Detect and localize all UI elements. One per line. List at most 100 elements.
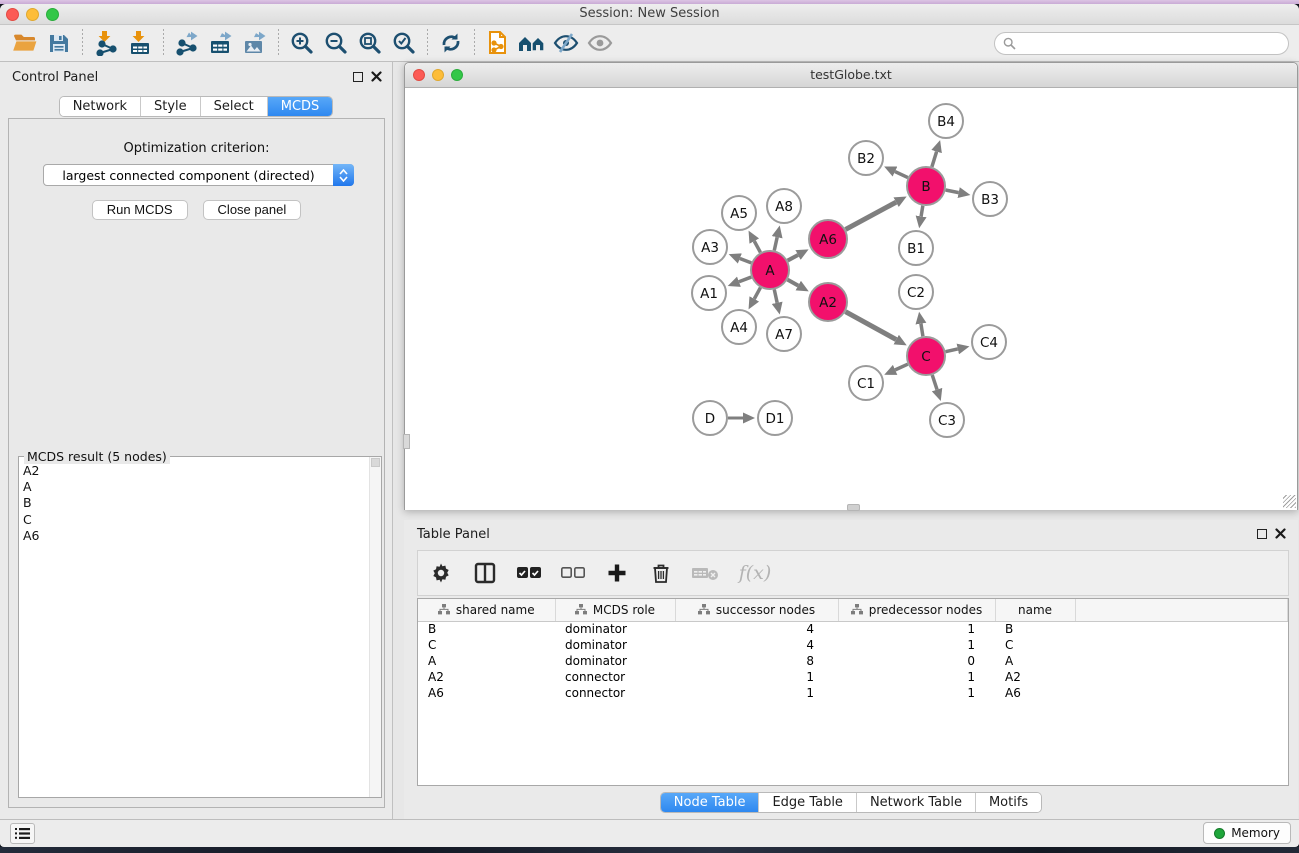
column-header-shared-name[interactable]: shared name — [418, 599, 555, 621]
table-row[interactable]: Bdominator41B — [418, 621, 1288, 637]
float-panel-icon[interactable] — [353, 72, 363, 82]
network-canvas[interactable]: B4B2BB3A8A5A6A3B1AA1C2A2A4A7C4CC1DD1C3 — [405, 89, 1297, 510]
edge-A-A8[interactable] — [774, 237, 777, 250]
table-cell[interactable]: connector — [555, 685, 675, 701]
edge-C-C3[interactable] — [932, 375, 937, 390]
edge-A-A2[interactable] — [788, 280, 799, 286]
search-input[interactable] — [1021, 37, 1280, 51]
save-session-button[interactable] — [42, 28, 76, 58]
table-cell[interactable]: 0 — [838, 653, 995, 669]
node-A2[interactable]: A2 — [809, 283, 847, 321]
column-header-predecessor-nodes[interactable]: predecessor nodes — [838, 599, 995, 621]
node-B4[interactable]: B4 — [929, 104, 963, 138]
zoom-selected-button[interactable] — [387, 28, 421, 58]
graphics-details-button[interactable] — [515, 28, 549, 58]
network-canvas-svg[interactable]: B4B2BB3A8A5A6A3B1AA1C2A2A4A7C4CC1DD1C3 — [405, 89, 1297, 510]
node-B[interactable]: B — [907, 167, 945, 205]
table-cell[interactable]: 1 — [838, 621, 995, 637]
table-tab-node-table[interactable]: Node Table — [661, 793, 760, 812]
network-close-button[interactable] — [413, 69, 425, 81]
hide-selected-button[interactable] — [549, 28, 583, 58]
export-table-button[interactable] — [204, 28, 238, 58]
table-tab-edge-table[interactable]: Edge Table — [759, 793, 856, 812]
zoom-in-button[interactable] — [285, 28, 319, 58]
mcds-result-item[interactable]: C — [23, 512, 381, 528]
refresh-button[interactable] — [434, 28, 468, 58]
edge-B-B1[interactable] — [921, 206, 923, 217]
table-tab-network-table[interactable]: Network Table — [857, 793, 976, 812]
table-cell[interactable]: dominator — [555, 621, 675, 637]
node-C4[interactable]: C4 — [972, 325, 1006, 359]
table-cell[interactable]: A2 — [995, 669, 1075, 685]
search-field[interactable] — [994, 32, 1289, 55]
mcds-result-item[interactable]: A2 — [23, 463, 381, 479]
mcds-result-item[interactable]: A — [23, 479, 381, 495]
edge-C-C1[interactable] — [895, 364, 908, 370]
table-cell[interactable]: C — [418, 637, 555, 653]
show-selected-button[interactable] — [583, 28, 617, 58]
add-column-button[interactable] — [602, 558, 632, 588]
node-B1[interactable]: B1 — [899, 231, 933, 265]
node-A4[interactable]: A4 — [722, 310, 756, 344]
zoom-window-button[interactable] — [46, 8, 59, 21]
edge-A2-C[interactable] — [846, 312, 897, 340]
tab-mcds[interactable]: MCDS — [268, 97, 333, 116]
edge-B-B4[interactable] — [932, 152, 937, 167]
mcds-result-list[interactable]: A2ABCA6 — [19, 457, 381, 797]
table-cell[interactable]: 1 — [675, 685, 838, 701]
network-minimize-button[interactable] — [432, 69, 444, 81]
edge-A-A4[interactable] — [754, 288, 760, 299]
table-cell[interactable]: B — [995, 621, 1075, 637]
table-cell[interactable]: A2 — [418, 669, 555, 685]
tab-style[interactable]: Style — [141, 97, 201, 116]
table-cell[interactable]: 1 — [838, 685, 995, 701]
close-window-button[interactable] — [6, 8, 19, 21]
import-network-button[interactable] — [89, 28, 123, 58]
run-mcds-button[interactable]: Run MCDS — [92, 200, 188, 220]
node-C1[interactable]: C1 — [849, 366, 883, 400]
task-history-button[interactable] — [10, 823, 35, 844]
tab-select[interactable]: Select — [201, 97, 268, 116]
node-B3[interactable]: B3 — [973, 182, 1007, 216]
table-cell[interactable]: 1 — [838, 669, 995, 685]
zoom-out-button[interactable] — [319, 28, 353, 58]
table-settings-button[interactable] — [426, 558, 456, 588]
node-B2[interactable]: B2 — [849, 141, 883, 175]
edge-A-A6[interactable] — [788, 255, 798, 261]
table-cell[interactable]: B — [418, 621, 555, 637]
close-table-panel-icon[interactable] — [1275, 528, 1286, 539]
node-C3[interactable]: C3 — [930, 403, 964, 437]
minimize-window-button[interactable] — [26, 8, 39, 21]
edge-A-A1[interactable] — [739, 277, 751, 282]
window-resize-grip[interactable] — [1283, 495, 1296, 508]
tab-network[interactable]: Network — [60, 97, 141, 116]
table-cell[interactable]: dominator — [555, 637, 675, 653]
node-C[interactable]: C — [907, 337, 945, 375]
table-row[interactable]: A2connector11A2 — [418, 669, 1288, 685]
optimization-criterion-select[interactable]: largest connected component (directed) — [43, 164, 354, 186]
edge-A-A3[interactable] — [740, 258, 751, 262]
table-row[interactable]: A6connector11A6 — [418, 685, 1288, 701]
new-network-from-selection-button[interactable] — [481, 28, 515, 58]
table-cell[interactable]: A — [995, 653, 1075, 669]
node-C2[interactable]: C2 — [899, 275, 933, 309]
delete-column-button[interactable] — [646, 558, 676, 588]
node-A8[interactable]: A8 — [767, 189, 801, 223]
edge-A-A7[interactable] — [774, 290, 777, 303]
table-cell[interactable]: 1 — [675, 669, 838, 685]
node-D[interactable]: D — [693, 401, 727, 435]
column-header-name[interactable]: name — [995, 599, 1075, 621]
table-row[interactable]: Cdominator41C — [418, 637, 1288, 653]
export-image-button[interactable] — [238, 28, 272, 58]
edge-C-C2[interactable] — [921, 324, 923, 337]
mcds-result-item[interactable]: A6 — [23, 528, 381, 544]
table-cell[interactable]: connector — [555, 669, 675, 685]
table-cell[interactable]: 8 — [675, 653, 838, 669]
table-cell[interactable]: dominator — [555, 653, 675, 669]
node-A[interactable]: A — [751, 251, 789, 289]
table-cell[interactable]: A — [418, 653, 555, 669]
memory-button[interactable]: Memory — [1203, 822, 1291, 844]
column-header-successor-nodes[interactable]: successor nodes — [675, 599, 838, 621]
canvas-left-handle[interactable] — [403, 434, 410, 449]
table-cell[interactable]: 4 — [675, 637, 838, 653]
